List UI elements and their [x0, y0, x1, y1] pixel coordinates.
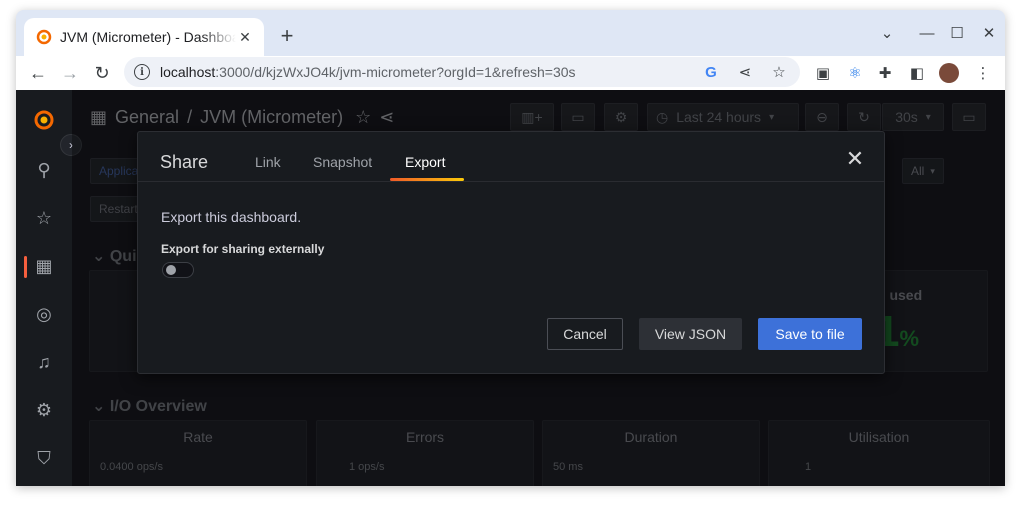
grafana-favicon-icon	[36, 29, 52, 45]
minimize-icon[interactable]: —	[914, 21, 940, 45]
react-devtools-icon[interactable]: ⚛	[844, 62, 866, 84]
tab-link[interactable]: Link	[255, 154, 281, 170]
view-json-button[interactable]: View JSON	[639, 318, 742, 350]
forward-icon[interactable]: →	[56, 59, 84, 87]
alerting-icon[interactable]: ♫	[32, 350, 56, 374]
maximize-icon[interactable]: ☐	[944, 21, 970, 45]
search-icon[interactable]: ⚲	[32, 158, 56, 182]
tab-snapshot[interactable]: Snapshot	[313, 154, 372, 170]
share-modal: Share Link Snapshot Export ✕ Export this…	[137, 131, 885, 374]
new-tab-icon[interactable]: +	[274, 23, 300, 49]
cancel-button[interactable]: Cancel	[547, 318, 623, 350]
export-description: Export this dashboard.	[161, 209, 302, 225]
share-icon[interactable]: ⋖	[734, 61, 756, 83]
tab-strip: JVM (Micrometer) - Dashboard ✕ + ⌄ — ☐ ✕	[16, 10, 1005, 56]
close-window-icon[interactable]: ✕	[976, 21, 1002, 45]
export-externally-label: Export for sharing externally	[161, 242, 325, 256]
bookmark-star-icon[interactable]: ☆	[768, 61, 790, 83]
extension-chat-icon[interactable]: ▣	[812, 62, 834, 84]
close-icon[interactable]: ✕	[844, 146, 866, 171]
toggle-knob	[166, 265, 176, 275]
extensions-puzzle-icon[interactable]: ✚	[874, 62, 896, 84]
active-tab-indicator	[390, 178, 464, 181]
share-modal-header: Share Link Snapshot Export ✕	[138, 132, 884, 182]
url-text[interactable]: localhost:3000/d/kjzWxJO4k/jvm-micromete…	[160, 64, 688, 80]
reload-icon[interactable]: ↻	[88, 59, 116, 87]
site-info-icon[interactable]: i	[134, 64, 150, 80]
starred-icon[interactable]: ☆	[32, 206, 56, 230]
explore-icon[interactable]: ◎	[32, 302, 56, 326]
tab-search-icon[interactable]: ⌄	[874, 21, 900, 45]
tab-close-icon[interactable]: ✕	[236, 28, 254, 46]
google-lens-icon[interactable]: G	[700, 61, 722, 83]
browser-menu-icon[interactable]: ⋮	[972, 62, 994, 84]
dashboards-icon[interactable]: ▦	[32, 254, 56, 278]
export-externally-toggle[interactable]	[162, 262, 194, 278]
tab-title: JVM (Micrometer) - Dashboard	[60, 29, 236, 45]
tab-export[interactable]: Export	[405, 154, 445, 170]
save-to-file-button[interactable]: Save to file	[758, 318, 862, 350]
configuration-icon[interactable]: ⚙	[32, 398, 56, 422]
profile-avatar[interactable]	[938, 62, 960, 84]
address-bar[interactable]: i localhost:3000/d/kjzWxJO4k/jvm-microme…	[124, 57, 800, 87]
nav-active-indicator	[24, 256, 27, 278]
browser-tab[interactable]: JVM (Micrometer) - Dashboard ✕	[24, 18, 264, 56]
side-nav: ⚲ ☆ ▦ ◎ ♫ ⚙ ⛉ ›	[16, 90, 82, 486]
server-admin-shield-icon[interactable]: ⛉	[32, 446, 56, 470]
grafana-logo-icon[interactable]	[32, 108, 56, 132]
back-icon[interactable]: ←	[24, 59, 52, 87]
share-modal-title: Share	[160, 152, 209, 172]
side-panel-icon[interactable]: ◧	[906, 62, 928, 84]
browser-toolbar: ← → ↻ i localhost:3000/d/kjzWxJO4k/jvm-m…	[16, 56, 1005, 90]
